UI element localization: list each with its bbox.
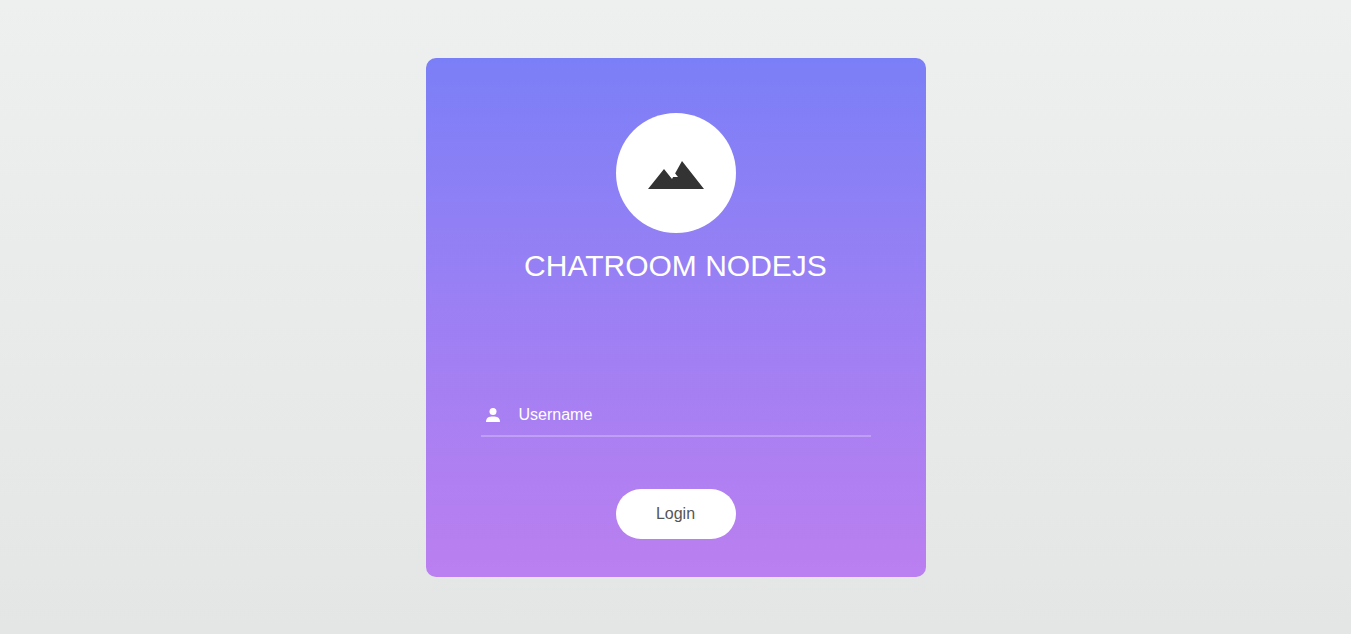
user-icon: [485, 407, 501, 423]
app-title: CHATROOM NODEJS: [524, 248, 827, 284]
username-field: [481, 394, 871, 437]
login-button[interactable]: Login: [616, 489, 736, 539]
username-input[interactable]: [519, 403, 867, 427]
logo: [616, 113, 736, 233]
mountain-icon: [648, 157, 704, 189]
login-card: CHATROOM NODEJS Login: [426, 58, 926, 577]
background-photo: CHATROOM NODEJS Login: [0, 0, 1351, 634]
